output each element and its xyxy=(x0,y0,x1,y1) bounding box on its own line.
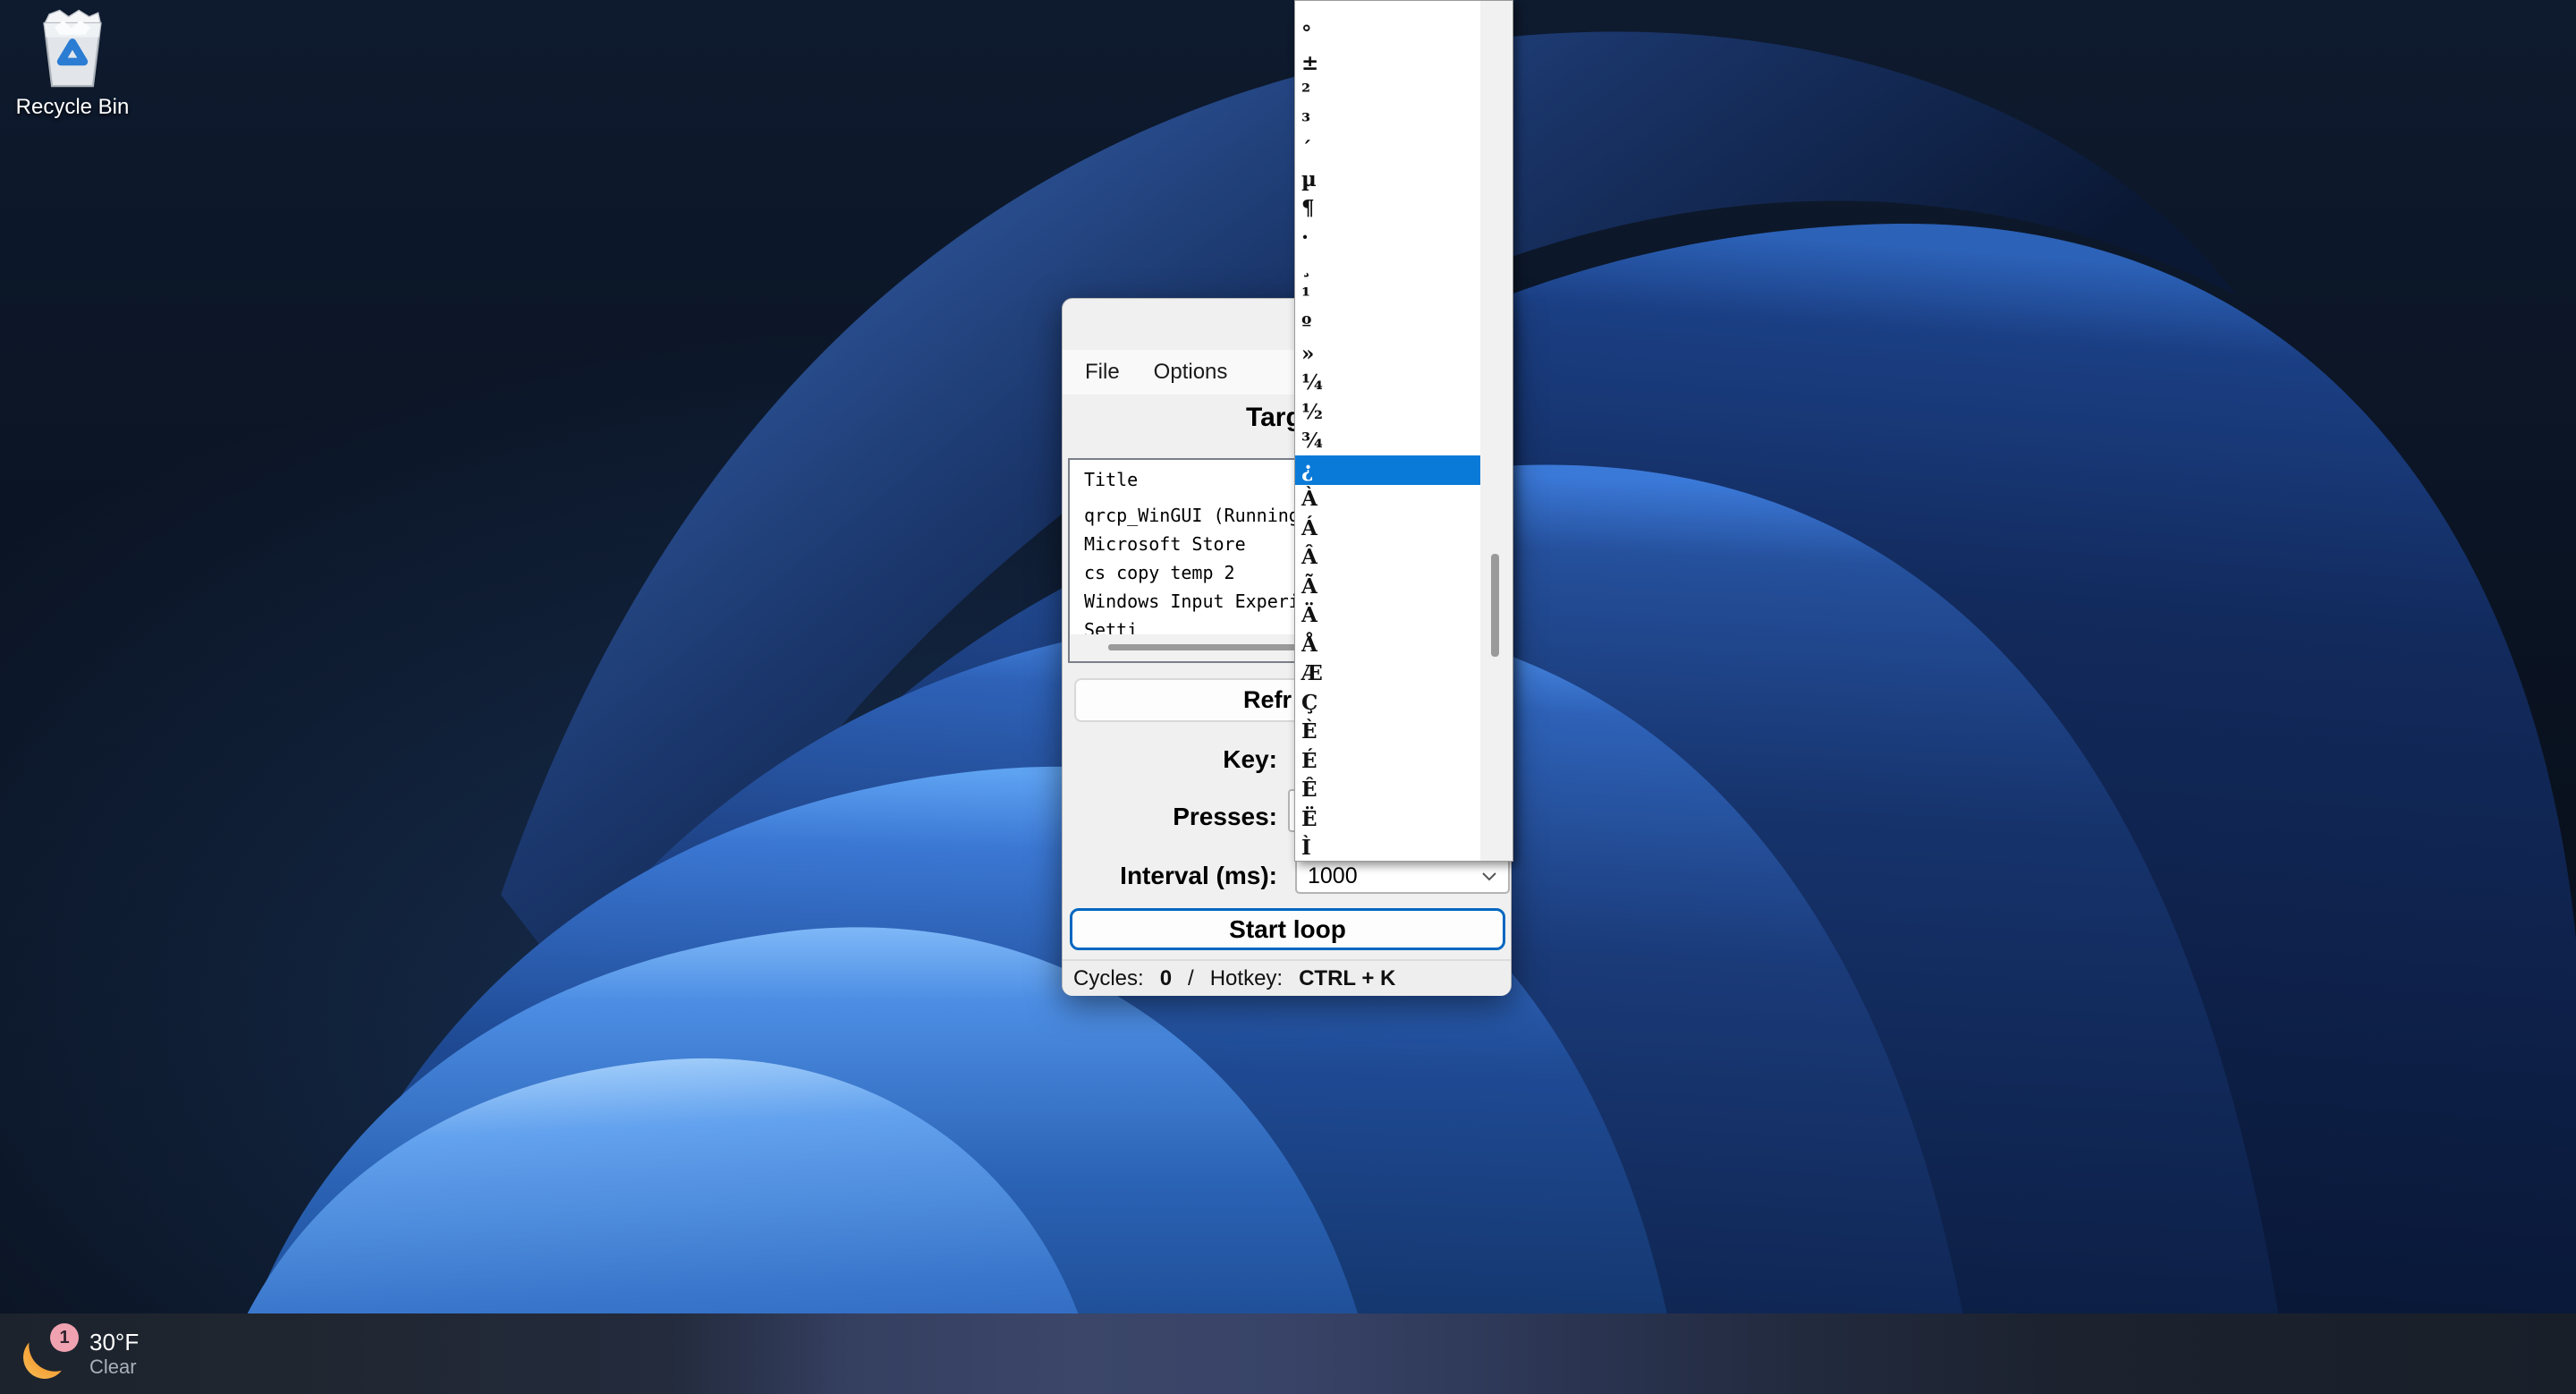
dropdown-item[interactable]: ´ xyxy=(1295,136,1481,166)
dropdown-item[interactable]: º xyxy=(1295,310,1481,340)
weather-moon-icon: 1 xyxy=(23,1323,79,1379)
chevron-down-icon xyxy=(1482,871,1496,880)
hotkey-label: Hotkey: xyxy=(1209,965,1284,990)
dropdown-scrollbar[interactable] xyxy=(1480,1,1513,861)
cycles-label: Cycles: xyxy=(1073,965,1144,990)
desktop: Recycle Bin File Options Targ Title qrcp… xyxy=(0,0,2576,1394)
dropdown-item[interactable]: Å xyxy=(1295,630,1481,659)
dropdown-item[interactable]: Á xyxy=(1295,514,1481,543)
hotkey-value: CTRL + K xyxy=(1299,965,1396,990)
recycle-bin[interactable]: Recycle Bin xyxy=(14,9,131,120)
start-loop-label: Start loop xyxy=(1229,914,1346,943)
dropdown-item[interactable]: ² xyxy=(1295,78,1481,107)
window-list-header: Title xyxy=(1084,469,1139,490)
dropdown-item[interactable]: Ç xyxy=(1295,688,1481,718)
dropdown-item[interactable]: µ xyxy=(1295,165,1481,194)
interval-combobox[interactable]: 1000 xyxy=(1295,858,1510,894)
dropdown-item[interactable]: Æ xyxy=(1295,659,1481,689)
key-character-dropdown: ¯ ° ± ² ³ ´ µ ¶ · ¸ ¹ º» ¼ ½ ¾ ¿ À Á Â Ã Ä Å Æ Ç È É Ê Ë Ì xyxy=(1294,0,1513,862)
dropdown-item[interactable]: ¸ xyxy=(1295,252,1481,282)
cycles-value: 0 xyxy=(1159,965,1173,990)
dropdown-item[interactable]: É xyxy=(1295,746,1481,776)
weather-condition: Clear xyxy=(89,1356,137,1378)
dropdown-scrollbar-thumb[interactable] xyxy=(1491,554,1499,657)
dropdown-item[interactable]: À xyxy=(1295,485,1481,514)
dropdown-item[interactable]: ¹ xyxy=(1295,281,1481,310)
dropdown-item[interactable]: ½ xyxy=(1295,397,1481,427)
dropdown-item[interactable]: Ê xyxy=(1295,776,1481,805)
dropdown-item[interactable]: ° xyxy=(1295,20,1481,49)
dropdown-item[interactable]: ³ xyxy=(1295,106,1481,136)
recycle-bin-label: Recycle Bin xyxy=(15,95,130,119)
menu-file[interactable]: File xyxy=(1085,360,1120,385)
refresh-button-label: Refr xyxy=(1243,686,1292,713)
recycle-bin-icon xyxy=(43,9,102,88)
dropdown-item[interactable]: ¯ xyxy=(1295,1,1481,20)
dropdown-item[interactable]: Â xyxy=(1295,543,1481,573)
character-dropdown-list: ¯ ° ± ² ³ ´ µ ¶ · ¸ ¹ º» ¼ ½ ¾ ¿ À Á Â Ã Ä Å Æ Ç È É Ê Ë Ì xyxy=(1295,1,1513,862)
dropdown-item[interactable]: Ì xyxy=(1295,834,1481,862)
dropdown-item[interactable]: Ä xyxy=(1295,601,1481,631)
dropdown-item[interactable]: Ã xyxy=(1295,572,1481,601)
dropdown-item[interactable]: È xyxy=(1295,718,1481,747)
weather-temperature: 30°F xyxy=(89,1329,140,1356)
notification-badge: 1 xyxy=(50,1323,79,1352)
start-loop-button[interactable]: Start loop xyxy=(1070,908,1505,950)
interval-label: Interval (ms): xyxy=(1120,862,1277,889)
dropdown-item[interactable]: » xyxy=(1295,339,1481,369)
dropdown-item[interactable]: ¼ xyxy=(1295,369,1481,398)
weather-widget[interactable]: 1 30°F Clear xyxy=(23,1313,139,1394)
taskbar: 1 30°F Clear Search xyxy=(0,1313,2576,1394)
statusbar: Cycles: 0 / Hotkey: CTRL + K xyxy=(1063,961,1511,996)
presses-label: Presses: xyxy=(1173,803,1277,830)
dropdown-item[interactable]: ¾ xyxy=(1295,427,1481,456)
status-separator: / xyxy=(1188,965,1194,990)
dropdown-item[interactable]: ± xyxy=(1295,48,1481,78)
interval-value: 1000 xyxy=(1308,863,1358,888)
dropdown-item[interactable]: Ë xyxy=(1295,804,1481,834)
key-label: Key: xyxy=(1223,745,1277,773)
menu-options[interactable]: Options xyxy=(1154,360,1228,385)
dropdown-item[interactable]: · xyxy=(1295,223,1481,252)
dropdown-item[interactable]: ¶ xyxy=(1295,194,1481,224)
